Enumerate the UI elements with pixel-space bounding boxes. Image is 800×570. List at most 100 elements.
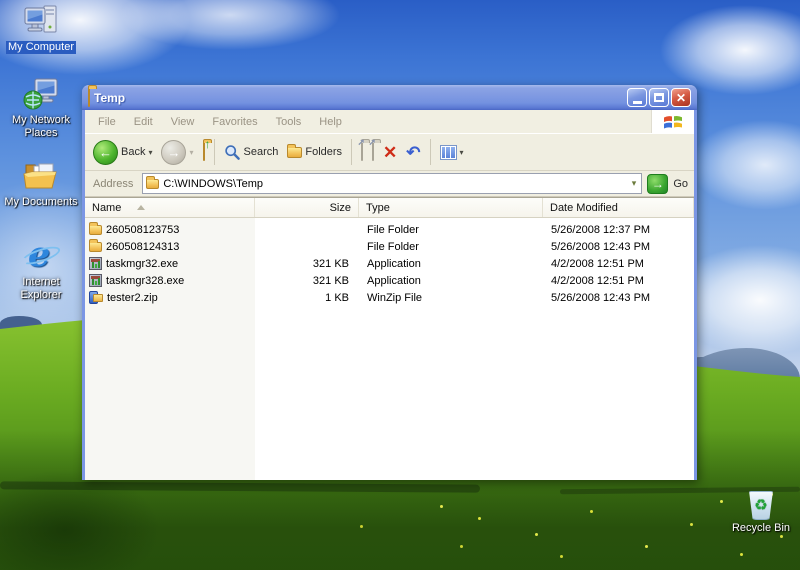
desktop-icon-my-documents[interactable]: My Documents xyxy=(2,158,80,209)
file-row[interactable]: tester2.zip 1 KB WinZip File 5/26/2008 1… xyxy=(85,289,694,306)
file-modified: 4/2/2008 12:51 PM xyxy=(551,274,644,287)
file-type: File Folder xyxy=(367,223,419,236)
my-network-places-icon xyxy=(22,76,60,112)
menu-favorites[interactable]: Favorites xyxy=(203,112,266,132)
toolbar-separator xyxy=(429,139,431,165)
minimize-button[interactable] xyxy=(627,88,647,107)
toolbar-separator xyxy=(213,139,215,165)
folders-button[interactable]: Folders xyxy=(284,143,345,160)
file-modified: 4/2/2008 12:51 PM xyxy=(551,257,644,270)
desktop-icon-my-computer[interactable]: My Computer xyxy=(2,3,80,54)
address-dropdown-icon[interactable]: ▾ xyxy=(632,178,639,189)
file-size: 1 KB xyxy=(325,291,349,304)
go-label: Go xyxy=(673,177,688,190)
move-to-arrow-icon: ➚ xyxy=(357,137,366,147)
desktop-icon-label: My Network Places xyxy=(11,114,71,139)
close-icon: ✕ xyxy=(675,90,687,105)
recycle-symbol-icon: ♻ xyxy=(754,497,768,514)
menu-help[interactable]: Help xyxy=(310,112,351,132)
column-header-name[interactable]: Name xyxy=(85,198,255,217)
application-icon xyxy=(89,274,102,287)
views-icon xyxy=(439,144,457,160)
desktop-icon-label: Internet Explorer xyxy=(20,276,62,301)
window-title: Temp xyxy=(94,90,126,105)
file-list: Name Size Type Date Modified 26050812375… xyxy=(85,197,694,480)
column-header-label: Date Modified xyxy=(550,201,618,214)
go-arrow-icon: → xyxy=(651,176,664,191)
my-computer-icon xyxy=(22,3,60,39)
desktop-icon-internet-explorer[interactable]: e Internet Explorer xyxy=(2,234,80,302)
copy-to-arrow-icon: ➚ xyxy=(368,137,377,147)
column-header-size[interactable]: Size xyxy=(255,198,359,217)
up-button[interactable]: ↑ xyxy=(200,137,211,163)
column-header-label: Size xyxy=(329,201,351,214)
file-name: 260508124313 xyxy=(106,240,180,253)
file-row[interactable]: taskmgr328.exe 321 KB Application 4/2/20… xyxy=(85,272,694,289)
toolbar: ← Back ▾ → ▾ ↑ Search Folders ➚ ➚ ✕ ↶ ▾ xyxy=(85,133,694,171)
menu-bar: File Edit View Favorites Tools Help xyxy=(85,110,694,133)
file-type: WinZip File xyxy=(367,291,423,304)
minimize-icon xyxy=(632,100,642,104)
file-type: File Folder xyxy=(367,240,419,253)
search-button[interactable]: Search xyxy=(221,142,282,163)
folders-label: Folders xyxy=(305,146,343,158)
my-documents-icon xyxy=(22,158,60,194)
file-name: taskmgr328.exe xyxy=(106,274,185,287)
column-header-date-modified[interactable]: Date Modified xyxy=(543,198,694,217)
application-icon xyxy=(89,257,102,270)
maximize-button[interactable] xyxy=(649,88,669,107)
maximize-icon xyxy=(654,93,664,102)
back-dropdown-icon[interactable]: ▾ xyxy=(148,148,152,157)
address-bar: Address C:\WINDOWS\Temp ▾ → Go xyxy=(85,171,694,197)
desktop-icon-label: Recycle Bin xyxy=(731,522,791,534)
menu-view[interactable]: View xyxy=(162,112,204,132)
file-name: tester2.zip xyxy=(107,291,158,304)
toolbar-separator xyxy=(351,139,353,165)
menu-edit[interactable]: Edit xyxy=(125,112,162,132)
file-row[interactable]: 260508123753 File Folder 5/26/2008 12:37… xyxy=(85,221,694,238)
copy-to-button[interactable]: ➚ xyxy=(369,137,377,163)
search-label: Search xyxy=(243,146,279,158)
forward-button[interactable]: → ▾ xyxy=(158,138,196,167)
delete-button[interactable]: ✕ xyxy=(380,142,400,163)
address-input[interactable]: C:\WINDOWS\Temp ▾ xyxy=(142,173,643,194)
desktop-icon-label: My Documents xyxy=(4,196,78,208)
undo-icon: ↶ xyxy=(406,142,421,162)
close-button[interactable]: ✕ xyxy=(671,88,691,107)
address-label: Address xyxy=(93,177,134,190)
file-row[interactable]: taskmgr32.exe 321 KB Application 4/2/200… xyxy=(85,255,694,272)
undo-button[interactable]: ↶ xyxy=(403,142,423,163)
internet-explorer-icon: e xyxy=(19,234,63,275)
window-folder-icon xyxy=(88,87,90,107)
file-size: 321 KB xyxy=(312,274,349,287)
desktop-icon-my-network-places[interactable]: My Network Places xyxy=(2,76,80,140)
back-button[interactable]: ← Back ▾ xyxy=(90,138,155,167)
menu-tools[interactable]: Tools xyxy=(267,112,311,132)
folders-icon xyxy=(287,143,303,158)
forward-icon: → xyxy=(161,139,187,165)
file-modified: 5/26/2008 12:43 PM xyxy=(551,240,651,253)
folder-icon xyxy=(89,238,102,252)
menu-file[interactable]: File xyxy=(89,112,125,132)
column-header-type[interactable]: Type xyxy=(359,198,543,217)
back-icon: ← xyxy=(93,139,118,165)
file-name: taskmgr32.exe xyxy=(106,257,179,270)
back-label: Back xyxy=(121,146,146,158)
explorer-window: Temp ✕ File Edit View Favorites Tools He… xyxy=(82,85,697,480)
winzip-icon xyxy=(89,291,103,304)
recycle-bin-icon: ♻ xyxy=(748,484,774,520)
column-header-label: Type xyxy=(366,201,390,214)
views-button[interactable]: ▾ xyxy=(437,143,467,162)
file-type: Application xyxy=(367,257,421,270)
title-bar[interactable]: Temp ✕ xyxy=(82,85,697,110)
views-dropdown-icon: ▾ xyxy=(459,147,464,157)
file-name: 260508123753 xyxy=(106,223,180,236)
move-to-button[interactable]: ➚ xyxy=(358,137,366,163)
cloud xyxy=(690,120,800,210)
go-button[interactable]: → xyxy=(647,173,669,194)
flowers xyxy=(440,505,443,508)
desktop-icon-recycle-bin[interactable]: ♻ Recycle Bin xyxy=(722,484,800,535)
file-row[interactable]: 260508124313 File Folder 5/26/2008 12:43… xyxy=(85,238,694,255)
desktop: My Computer My Network Places My Documen… xyxy=(0,0,800,570)
search-icon xyxy=(224,144,240,160)
